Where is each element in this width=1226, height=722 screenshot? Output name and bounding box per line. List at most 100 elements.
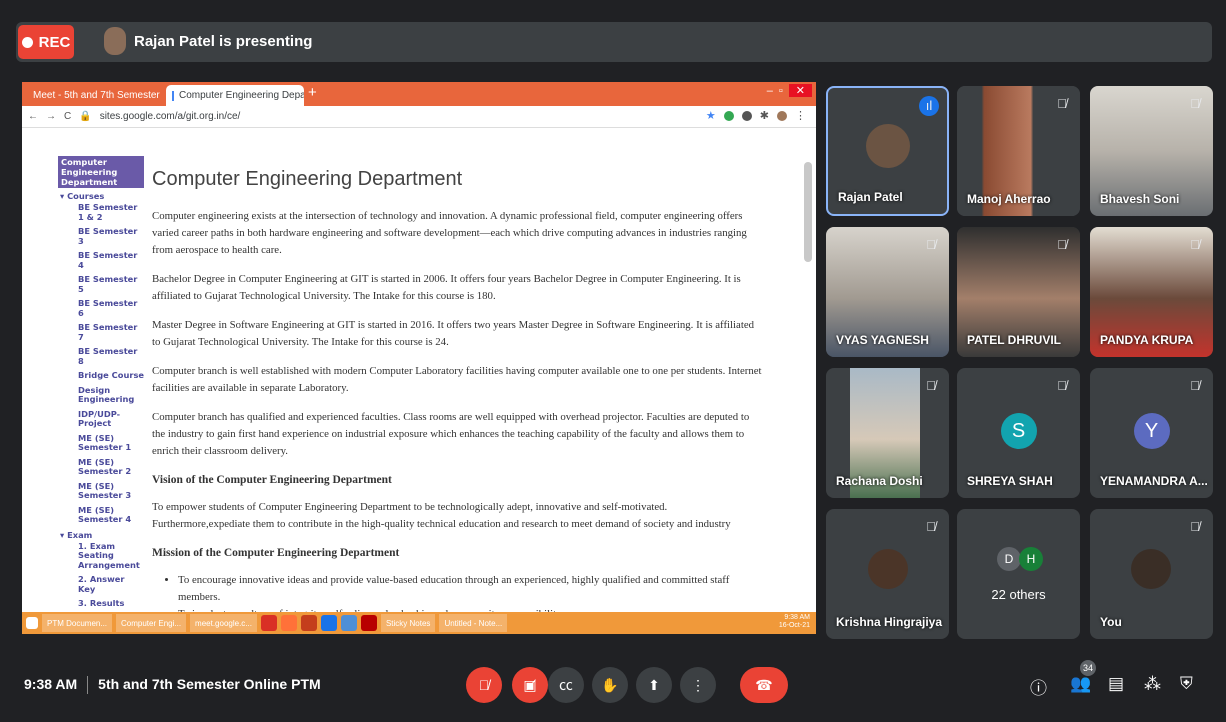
participant-tile[interactable]: S 🎙̸ SHREYA SHAH xyxy=(957,368,1080,498)
participant-tile[interactable]: 🎙̸ Rachana Doshi xyxy=(826,368,949,498)
filezilla-icon[interactable] xyxy=(360,615,377,631)
sidebar-item[interactable]: BE Semester 3 xyxy=(78,226,144,246)
rec-label: REC xyxy=(38,33,71,51)
page-content: Computer engineering exists at the inter… xyxy=(152,208,762,623)
extensions-area: ★ ✱ ⋮ xyxy=(706,109,806,122)
maximize-icon[interactable]: ▫ xyxy=(779,85,783,97)
minimize-icon[interactable]: – xyxy=(767,85,773,97)
vision-heading: Vision of the Computer Engineering Depar… xyxy=(152,474,392,486)
sidebar-item[interactable]: Design Engineering xyxy=(78,385,144,405)
activities-icon[interactable]: ⁂ xyxy=(1144,674,1161,694)
back-icon[interactable]: ← xyxy=(28,111,38,122)
sidebar-item[interactable]: 3. Results xyxy=(78,598,144,609)
participant-tile[interactable]: 🎙̸ Manoj Aherrao xyxy=(957,86,1080,216)
taskbar-clock: 9:38 AM 16-Oct-21 xyxy=(778,614,810,629)
info-icon[interactable]: ⓘ xyxy=(1030,674,1047,699)
avatar: D xyxy=(997,547,1021,571)
clock-time: 9:38 AM xyxy=(24,676,78,692)
reload-icon[interactable]: C xyxy=(64,111,71,122)
new-tab-icon[interactable]: + xyxy=(308,84,317,101)
puzzle-icon[interactable]: ✱ xyxy=(760,109,769,122)
sidebar-item[interactable]: BE Semester 8 xyxy=(78,346,144,366)
participant-name: PANDYA KRUPA xyxy=(1100,333,1194,347)
mission-heading: Mission of the Computer Engineering Depa… xyxy=(152,547,400,559)
sidebar-section-courses[interactable]: ▾ Courses xyxy=(60,191,144,201)
tab-computer-engineering[interactable]: Computer Engineering Departm✕ xyxy=(166,85,304,106)
taskbar-item[interactable]: PTM Documen... xyxy=(42,614,113,632)
chat-icon[interactable]: ▤ xyxy=(1108,674,1124,694)
sidebar-item[interactable]: BE Semester 7 xyxy=(78,322,144,342)
sidebar-item[interactable]: ME (SE) Semester 3 xyxy=(78,481,144,501)
sidebar-item[interactable]: 2. Answer Key xyxy=(78,574,144,594)
sidebar-item[interactable]: ME (SE) Semester 4 xyxy=(78,505,144,525)
sidebar-item[interactable]: Bridge Course xyxy=(78,370,144,381)
mic-off-button[interactable]: 🎙̸ xyxy=(466,667,502,703)
course-list: BE Semester 1 & 2 BE Semester 3 BE Semes… xyxy=(58,202,144,525)
lock-icon: 🔒 xyxy=(79,111,92,122)
taskbar-item[interactable]: Untitled - Note... xyxy=(439,614,508,632)
participant-tile[interactable]: 🎙̸ VYAS YAGNESH xyxy=(826,227,949,357)
participant-name: You xyxy=(1100,615,1122,629)
windows-taskbar: PTM Documen... Computer Engi... meet.goo… xyxy=(22,612,816,634)
participant-tile[interactable]: 🎙̸ PATEL DHRUVIL xyxy=(957,227,1080,357)
sidebar-item[interactable]: ME (SE) Semester 1 xyxy=(78,433,144,453)
avatar xyxy=(1131,549,1171,589)
sidebar-item[interactable]: IDP/UDP-Project xyxy=(78,409,144,429)
mic-off-icon: 🎙̸ xyxy=(1057,237,1067,252)
taskbar-item[interactable]: meet.google.c... xyxy=(190,614,257,632)
acrobat-icon[interactable] xyxy=(260,615,277,631)
profile-avatar[interactable] xyxy=(777,110,787,121)
host-controls-icon[interactable]: ⛨ xyxy=(1180,674,1193,694)
record-dot-icon xyxy=(21,36,33,48)
forward-icon[interactable]: → xyxy=(46,111,56,122)
extension-icon[interactable] xyxy=(741,110,752,121)
participant-tile[interactable]: 🎙̸ Bhavesh Soni xyxy=(1090,86,1213,216)
powerpoint-icon[interactable] xyxy=(300,615,317,631)
scrollbar[interactable] xyxy=(804,162,812,262)
people-icon[interactable]: 👥 xyxy=(1070,674,1091,694)
notepad-icon[interactable] xyxy=(340,615,357,631)
url-field[interactable]: sites.google.com/a/git.org.in/ce/ xyxy=(100,111,241,122)
sidebar-item[interactable]: ME (SE) Semester 2 xyxy=(78,457,144,477)
sidebar-item[interactable]: BE Semester 5 xyxy=(78,274,144,294)
sidebar-section-exam[interactable]: ▾ Exam xyxy=(60,530,144,540)
star-icon[interactable]: ★ xyxy=(706,109,716,122)
firefox-icon[interactable] xyxy=(280,615,297,631)
participant-tile[interactable]: 🎙̸ PANDYA KRUPA xyxy=(1090,227,1213,357)
window-controls: – ▫ ✕ xyxy=(767,84,812,97)
end-call-button[interactable]: ☎ xyxy=(740,667,788,703)
windows-start-icon[interactable] xyxy=(26,617,38,629)
camera-off-button[interactable]: ▣̸ xyxy=(512,667,548,703)
tab-meet[interactable]: Meet - 5th and 7th Semester✕ xyxy=(22,85,164,106)
shared-screen: Meet - 5th and 7th Semester✕ Computer En… xyxy=(22,82,816,634)
mic-off-icon: 🎙̸ xyxy=(926,519,936,534)
window-close-icon[interactable]: ✕ xyxy=(788,84,812,97)
browser-tab-bar: Meet - 5th and 7th Semester✕ Computer En… xyxy=(22,82,816,106)
menu-icon[interactable]: ⋮ xyxy=(795,109,806,122)
sidebar-item-selected[interactable]: Computer Engineering Department xyxy=(58,156,144,188)
participant-tile[interactable]: 🎙̸ You xyxy=(1090,509,1213,639)
page-title: Computer Engineering Department xyxy=(152,168,463,190)
mic-off-icon: 🎙̸ xyxy=(1057,96,1067,111)
sidebar-item[interactable]: BE Semester 1 & 2 xyxy=(78,202,144,222)
mic-off-icon: 🎙̸ xyxy=(926,237,936,252)
participant-name: Manoj Aherrao xyxy=(967,192,1051,206)
others-count-label: 22 others xyxy=(991,587,1046,602)
others-tile[interactable]: D H 22 others xyxy=(957,509,1080,639)
sidebar-item[interactable]: 1. Exam Seating Arrangement xyxy=(78,541,144,571)
sidebar-item[interactable]: BE Semester 4 xyxy=(78,250,144,270)
captions-button[interactable]: ㏄ xyxy=(548,667,584,703)
more-options-button[interactable]: ⋮ xyxy=(680,667,716,703)
paragraph: Master Degree in Software Engineering at… xyxy=(152,319,755,348)
raise-hand-button[interactable]: ✋ xyxy=(592,667,628,703)
shield-icon[interactable] xyxy=(320,615,337,631)
present-button[interactable]: ⬆ xyxy=(636,667,672,703)
sidebar-item[interactable]: BE Semester 6 xyxy=(78,298,144,318)
participant-tile[interactable]: 🎙̸ Krishna Hingrajiya xyxy=(826,509,949,639)
participant-tile[interactable]: ıl Rajan Patel xyxy=(826,86,949,216)
extension-icon[interactable] xyxy=(723,110,734,121)
taskbar-item[interactable]: Sticky Notes xyxy=(380,614,436,632)
mic-off-icon: 🎙̸ xyxy=(1190,237,1200,252)
participant-tile[interactable]: Y 🎙̸ YENAMANDRA A... xyxy=(1090,368,1213,498)
taskbar-item[interactable]: Computer Engi... xyxy=(116,614,187,632)
